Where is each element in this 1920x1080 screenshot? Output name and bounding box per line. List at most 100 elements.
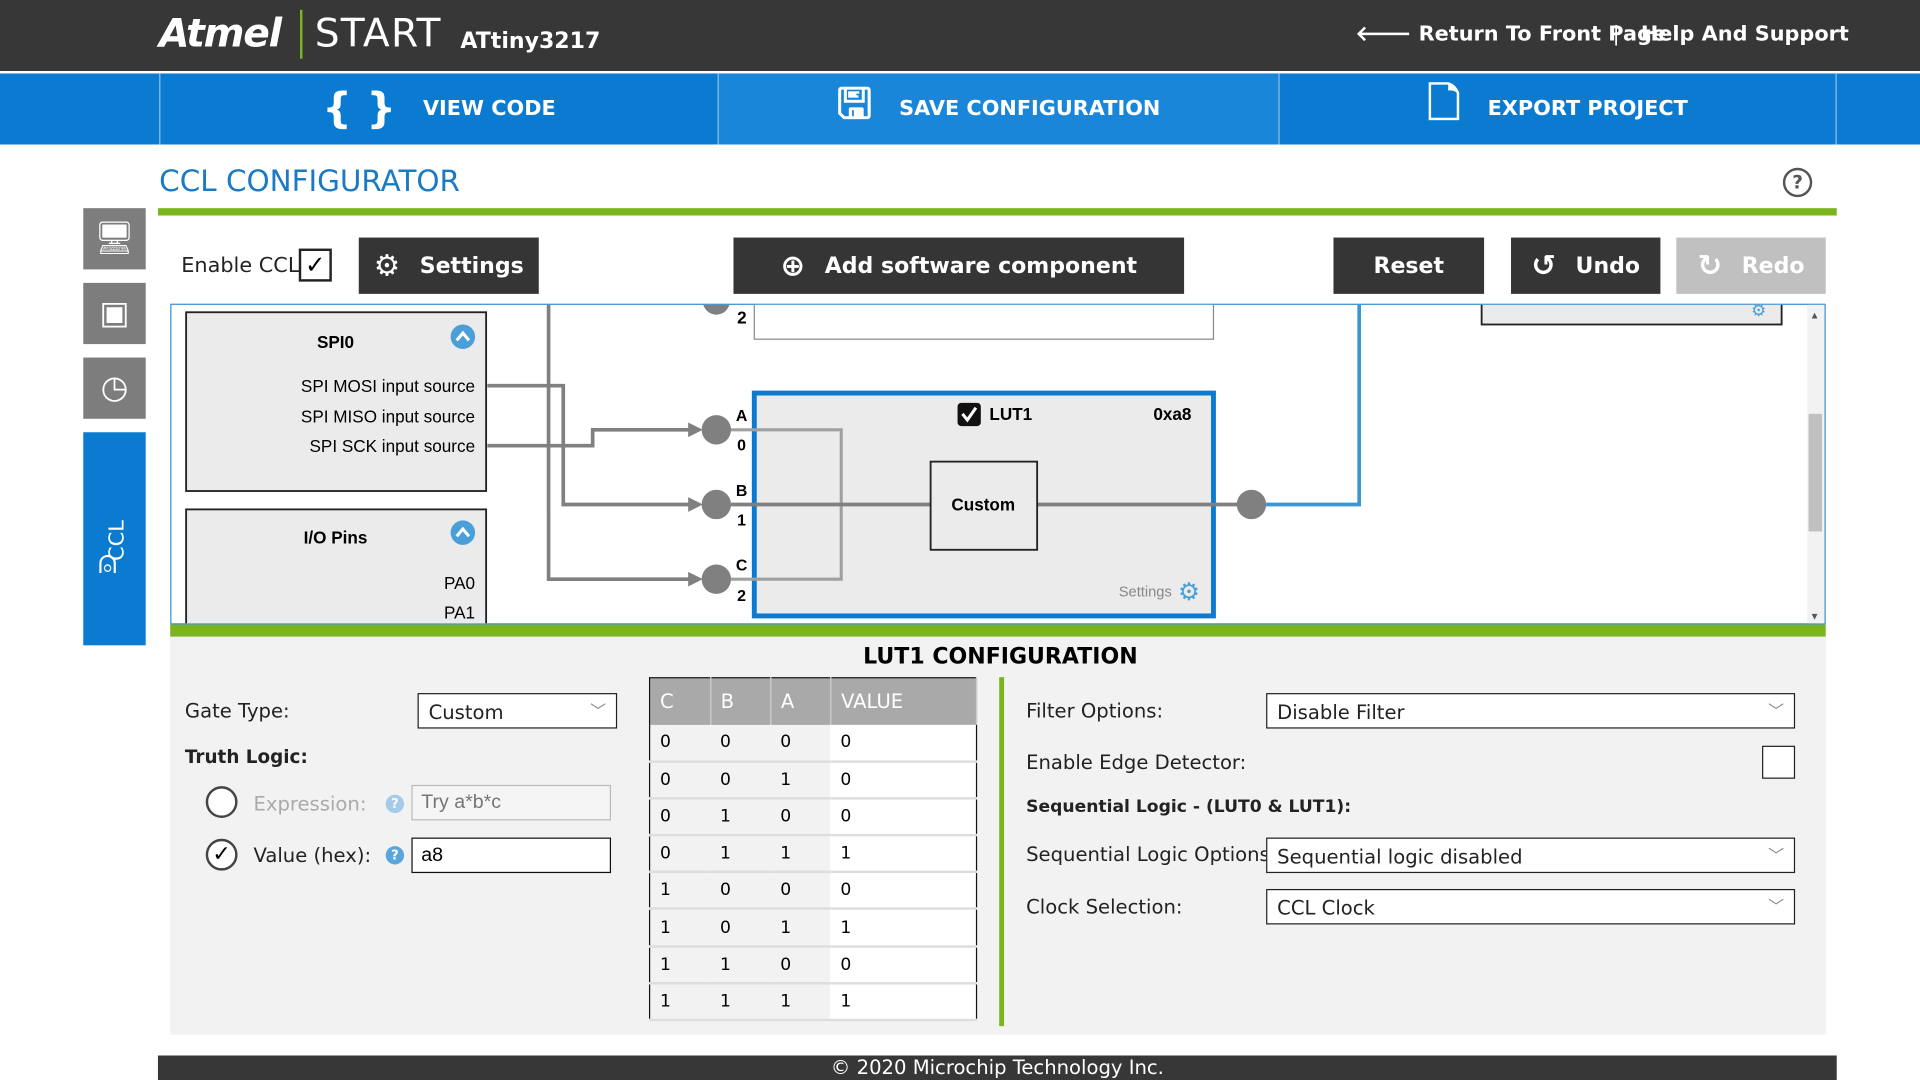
output-connector[interactable] bbox=[1236, 489, 1267, 520]
input-c-index: 2 bbox=[737, 588, 746, 605]
header-separator: | bbox=[1612, 22, 1620, 47]
export-project-button[interactable]: 🗋 EXPORT PROJECT bbox=[1278, 73, 1837, 145]
lut1-name: LUT1 bbox=[989, 404, 1032, 424]
component-box-partial[interactable] bbox=[1480, 304, 1783, 326]
table-row: 0100 bbox=[649, 798, 977, 837]
truth-logic-label: Truth Logic: bbox=[184, 745, 308, 768]
clock-selection-select[interactable]: CCL Clock ﹀ bbox=[1266, 888, 1796, 925]
gear-icon[interactable]: ⚙ bbox=[1178, 579, 1200, 606]
sidebar-item-dashboard[interactable]: 🖥 bbox=[83, 208, 146, 270]
table-cell: 1 bbox=[649, 946, 711, 985]
table-cell: 0 bbox=[649, 724, 711, 763]
gear-icon[interactable]: ⚙ bbox=[1751, 304, 1766, 320]
table-cell: 1 bbox=[830, 835, 977, 874]
table-cell: 1 bbox=[649, 983, 711, 1022]
chevron-down-icon: ﹀ bbox=[1768, 702, 1785, 722]
arrow-heads bbox=[688, 422, 703, 587]
config-title: LUT1 CONFIGURATION bbox=[863, 644, 1138, 670]
clock-selection-label: Clock Selection: bbox=[1026, 895, 1183, 919]
sequential-options-select[interactable]: Sequential logic disabled ﹀ bbox=[1266, 837, 1796, 874]
footer: © 2020 Microchip Technology Inc. bbox=[157, 1055, 1837, 1080]
save-configuration-button[interactable]: 🖫 SAVE CONFIGURATION bbox=[717, 73, 1279, 145]
ccl-diagram-canvas[interactable]: 2 ⚙ SPI0 SPI MOSI input source SPI MISO … bbox=[170, 303, 1826, 625]
enable-ccl-checkbox[interactable]: ✓ bbox=[298, 248, 332, 282]
sidebar-item-clock[interactable]: ◷ bbox=[83, 357, 146, 419]
settings-button[interactable]: ⚙ Settings bbox=[358, 237, 539, 294]
help-support-link[interactable]: Help And Support bbox=[1641, 22, 1849, 46]
sidebar-item-ccl[interactable]: CCL ⍝ bbox=[83, 432, 146, 646]
expression-input[interactable] bbox=[411, 784, 612, 821]
gate-type-select[interactable]: Custom ﹀ bbox=[417, 693, 618, 729]
expression-label: Expression: bbox=[253, 792, 367, 816]
braces-icon: { } bbox=[322, 84, 397, 134]
gate-type-label: Gate Type: bbox=[184, 699, 290, 723]
table-row: 0010 bbox=[649, 761, 977, 800]
undo-button[interactable]: ↺ Undo bbox=[1511, 237, 1661, 294]
table-row: 1011 bbox=[649, 909, 977, 948]
help-icon[interactable]: ? bbox=[1782, 167, 1813, 198]
table-header-a: A bbox=[770, 677, 832, 725]
collapse-io-button[interactable] bbox=[450, 520, 476, 545]
table-cell: 0 bbox=[770, 798, 831, 837]
plus-circle-icon: ⊕ bbox=[780, 248, 806, 283]
input-c-letter: C bbox=[736, 558, 748, 575]
logo-divider bbox=[300, 9, 303, 59]
table-cell: 1 bbox=[710, 835, 771, 874]
input-c-connector[interactable] bbox=[701, 564, 732, 594]
filter-options-select[interactable]: Disable Filter ﹀ bbox=[1266, 693, 1796, 729]
view-code-button[interactable]: { } VIEW CODE bbox=[159, 73, 717, 145]
reset-button[interactable]: Reset bbox=[1333, 237, 1485, 294]
page-title: CCL CONFIGURATOR bbox=[159, 164, 460, 199]
input-a-connector[interactable] bbox=[701, 415, 732, 445]
table-row: 1111 bbox=[649, 983, 977, 1022]
table-cell: 0 bbox=[830, 946, 977, 985]
scroll-up-icon[interactable]: ▲ bbox=[1810, 310, 1820, 321]
help-icon[interactable]: ? bbox=[385, 846, 405, 865]
pin-pa0-label: PA0 bbox=[444, 573, 475, 593]
chevron-down-icon: ﹀ bbox=[1768, 898, 1785, 918]
edge-detector-checkbox[interactable] bbox=[1762, 745, 1796, 779]
spi-miso-label: SPI MISO input source bbox=[301, 406, 475, 426]
expression-radio[interactable] bbox=[205, 786, 238, 818]
help-icon[interactable]: ? bbox=[385, 794, 405, 814]
lut0-box-partial[interactable] bbox=[753, 304, 1215, 340]
chevron-down-icon: ﹀ bbox=[590, 702, 607, 722]
input-a-index: 0 bbox=[737, 438, 746, 455]
scroll-down-icon[interactable]: ▼ bbox=[1810, 612, 1820, 623]
device-name: ATtiny3217 bbox=[460, 28, 601, 54]
value-hex-input[interactable] bbox=[411, 837, 612, 874]
scrollbar-thumb[interactable] bbox=[1808, 413, 1823, 532]
export-file-icon: 🗋 bbox=[1427, 78, 1461, 128]
gate-type-label: Custom bbox=[951, 495, 1015, 515]
input-b-connector[interactable] bbox=[701, 489, 732, 520]
spi0-title: SPI0 bbox=[317, 332, 354, 352]
atmel-logo: Atmel bbox=[159, 9, 282, 57]
table-cell: 0 bbox=[710, 761, 771, 800]
table-cell: 1 bbox=[830, 909, 977, 948]
table-cell: 1 bbox=[649, 909, 711, 948]
collapse-spi0-button[interactable] bbox=[450, 324, 476, 349]
table-cell: 0 bbox=[830, 761, 977, 800]
io-pins-box[interactable] bbox=[185, 508, 488, 624]
table-cell: 1 bbox=[710, 983, 771, 1022]
sequential-logic-heading: Sequential Logic - (LUT0 & LUT1): bbox=[1026, 797, 1352, 817]
output-wire bbox=[1266, 304, 1362, 507]
input-connector[interactable] bbox=[703, 304, 730, 315]
add-software-component-button[interactable]: ⊕ Add software component bbox=[733, 237, 1185, 294]
pin-pa1-label: PA1 bbox=[444, 602, 475, 622]
gear-icon: ⚙ bbox=[373, 248, 401, 283]
redo-button[interactable]: ↻ Redo bbox=[1676, 237, 1826, 294]
lut1-enable-checkbox[interactable] bbox=[957, 402, 981, 427]
wires bbox=[487, 304, 692, 582]
sequential-options-label: Sequential Logic Options: bbox=[1026, 842, 1277, 866]
enable-ccl-label: Enable CCL bbox=[181, 253, 300, 278]
table-cell: 0 bbox=[710, 909, 771, 948]
lut1-value: 0xa8 bbox=[1153, 404, 1191, 424]
value-hex-radio[interactable]: ✓ bbox=[205, 838, 238, 871]
table-header-b: B bbox=[710, 677, 772, 725]
table-cell: 0 bbox=[830, 872, 977, 911]
sidebar-item-pins[interactable]: ▣ bbox=[83, 282, 146, 345]
table-cell: 1 bbox=[710, 798, 771, 837]
table-cell: 1 bbox=[770, 983, 831, 1022]
truth-table: C B A VALUE 0000001001000111100010111100111… bbox=[648, 677, 978, 1022]
